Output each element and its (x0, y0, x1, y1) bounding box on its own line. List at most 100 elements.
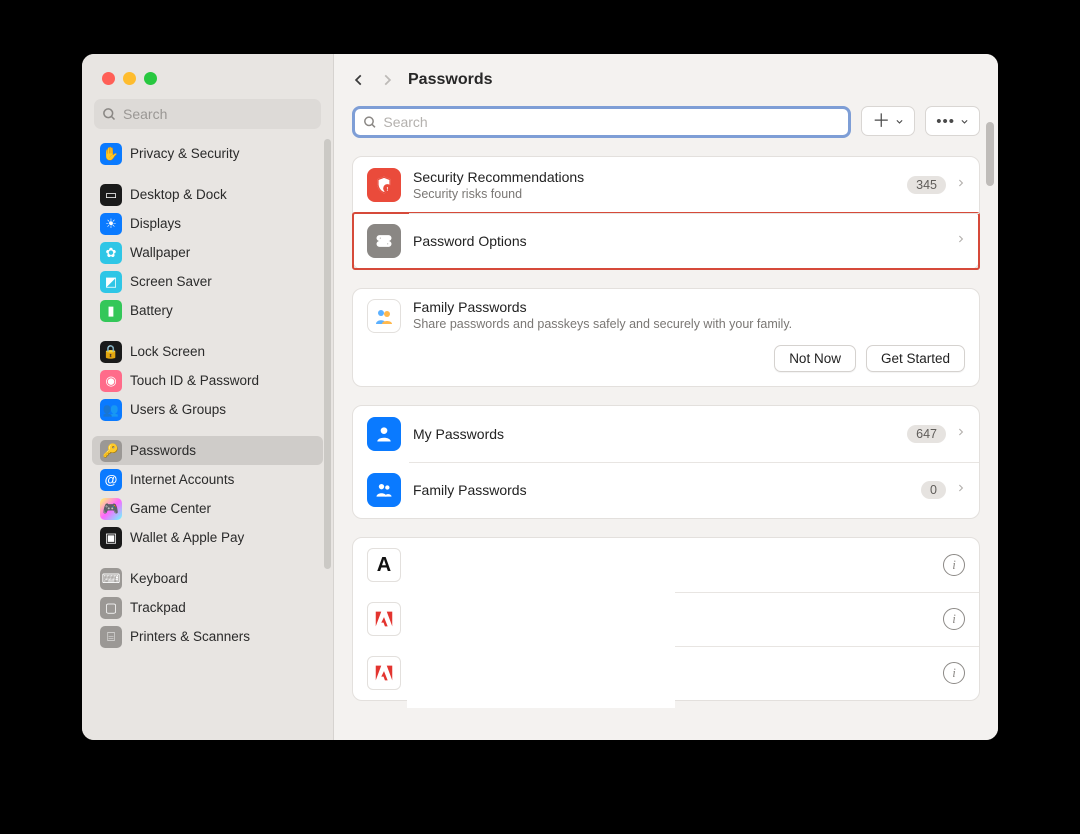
key-icon: 🔑 (100, 440, 122, 462)
row-body: Security Recommendations Security risks … (413, 169, 907, 201)
passwords-search-input[interactable] (383, 114, 840, 130)
close-window-button[interactable] (102, 72, 115, 85)
sidebar-search-input[interactable] (123, 106, 313, 122)
shield-warning-icon: ! (367, 168, 401, 202)
search-icon (102, 107, 117, 122)
sidebar: ✋ Privacy & Security ▭ Desktop & Dock ☀ Displ… (82, 54, 334, 740)
more-button[interactable]: ••• (925, 106, 980, 136)
count-badge: 345 (907, 176, 946, 194)
family-promo-row: Family Passwords Share passwords and pas… (353, 289, 979, 345)
sidebar-item-label: Users & Groups (130, 402, 226, 417)
row-body: Password Options (413, 233, 956, 249)
sidebar-item-game-center[interactable]: 🎮Game Center (92, 494, 323, 523)
sidebar-item-internet-accounts[interactable]: @ Internet Accounts (92, 465, 323, 494)
zoom-window-button[interactable] (144, 72, 157, 85)
sidebar-item-label: Lock Screen (130, 344, 205, 359)
page-title: Passwords (408, 71, 492, 89)
entries-card: Ai i i (352, 537, 980, 701)
row-title: Family Passwords (413, 482, 921, 498)
sidebar-item-keyboard[interactable]: ⌨ Keyboard (92, 564, 323, 593)
row-title: Family Passwords (413, 299, 965, 315)
row-subtitle: Security risks found (413, 187, 907, 201)
flower-icon: ✿ (100, 242, 122, 264)
sidebar-item-label: Screen Saver (130, 274, 212, 289)
info-button[interactable]: i (943, 608, 965, 630)
sidebar-item-passwords[interactable]: 🔑 Passwords (92, 436, 323, 465)
sidebar-item-label: Keyboard (130, 571, 188, 586)
sidebar-item-label: Touch ID & Password (130, 373, 259, 388)
sidebar-item-desktop-dock[interactable]: ▭ Desktop & Dock (92, 180, 323, 209)
get-started-button[interactable]: Get Started (866, 345, 965, 372)
search-icon (363, 115, 377, 130)
sidebar-item-label: Game Center (130, 501, 211, 516)
family-promo-buttons: Not Now Get Started (353, 345, 979, 386)
content-scrollbar[interactable] (986, 122, 994, 186)
sidebar-item-label: Desktop & Dock (130, 187, 227, 202)
info-button[interactable]: i (943, 662, 965, 684)
security-card: ! Security Recommendations Security risk… (352, 156, 980, 270)
sidebar-item-wallpaper[interactable]: ✿ Wallpaper (92, 238, 323, 267)
site-icon (367, 602, 401, 636)
sidebar-item-label: Trackpad (130, 600, 186, 615)
security-recommendations-row[interactable]: ! Security Recommendations Security risk… (353, 157, 979, 213)
family-icon (367, 299, 401, 333)
keyboard-icon: ⌨ (100, 568, 122, 590)
sidebar-item-trackpad[interactable]: ▢ Trackpad (92, 593, 323, 622)
sidebar-item-screen-saver[interactable]: ◩ Screen Saver (92, 267, 323, 296)
chevron-right-icon (956, 425, 965, 444)
sidebar-item-label: Privacy & Security (130, 146, 240, 161)
sidebar-item-lock-screen[interactable]: 🔒 Lock Screen (92, 337, 323, 366)
svg-text:!: ! (386, 187, 388, 193)
header: Passwords (334, 54, 998, 106)
not-now-button[interactable]: Not Now (774, 345, 856, 372)
sidebar-item-battery[interactable]: ▮Battery (92, 296, 323, 325)
sidebar-item-touch-id-password[interactable]: ◉ Touch ID & Password (92, 366, 323, 395)
password-options-row[interactable]: Password Options (353, 213, 979, 269)
sidebar-item-displays[interactable]: ☀ Displays (92, 209, 323, 238)
add-button[interactable]: ＋ (861, 106, 915, 136)
toggles-icon (367, 224, 401, 258)
passwords-search[interactable] (352, 106, 851, 138)
window-controls (82, 54, 333, 99)
nav-forward-button[interactable] (380, 71, 394, 89)
dock-icon: ▭ (100, 184, 122, 206)
site-icon: A (367, 548, 401, 582)
redaction-block (407, 538, 675, 708)
groups-card: My Passwords 647 Family Passwords 0 (352, 405, 980, 519)
sidebar-item-label: Internet Accounts (130, 472, 234, 487)
sidebar-item-printers-scanners[interactable]: ⌸Printers & Scanners (92, 622, 323, 651)
at-icon: @ (100, 469, 122, 491)
sidebar-item-label: Displays (130, 216, 181, 231)
sidebar-item-label: Printers & Scanners (130, 629, 250, 644)
minimize-window-button[interactable] (123, 72, 136, 85)
family-promo-card: Family Passwords Share passwords and pas… (352, 288, 980, 387)
main-pane: Passwords ＋ ••• (334, 54, 998, 740)
content: ＋ ••• ! Security Recommendations Securit… (334, 106, 998, 740)
wallet-icon: ▣ (100, 527, 122, 549)
trackpad-icon: ▢ (100, 597, 122, 619)
sidebar-scrollbar[interactable] (324, 139, 331, 569)
chevron-down-icon (960, 117, 969, 126)
sidebar-search[interactable] (94, 99, 321, 129)
sidebar-item-users-groups[interactable]: 👥Users & Groups (92, 395, 323, 424)
row-title: My Passwords (413, 426, 907, 442)
fingerprint-icon: ◉ (100, 370, 122, 392)
lock-icon: 🔒 (100, 341, 122, 363)
toolbar: ＋ ••• (352, 106, 980, 138)
hand-icon: ✋ (100, 143, 122, 165)
info-button[interactable]: i (943, 554, 965, 576)
sidebar-item-label: Passwords (130, 443, 196, 458)
sidebar-item-wallet-apple-pay[interactable]: ▣Wallet & Apple Pay (92, 523, 323, 552)
chevron-down-icon (895, 117, 904, 126)
my-passwords-row[interactable]: My Passwords 647 (353, 406, 979, 462)
nav-back-button[interactable] (352, 71, 366, 89)
sun-icon: ☀ (100, 213, 122, 235)
count-badge: 647 (907, 425, 946, 443)
family-passwords-row[interactable]: Family Passwords 0 (353, 462, 979, 518)
people-icon (367, 473, 401, 507)
sidebar-item-privacy-security[interactable]: ✋ Privacy & Security (92, 139, 323, 168)
row-title: Security Recommendations (413, 169, 907, 185)
person-icon (367, 417, 401, 451)
sidebar-item-label: Wallpaper (130, 245, 190, 260)
screensaver-icon: ◩ (100, 271, 122, 293)
